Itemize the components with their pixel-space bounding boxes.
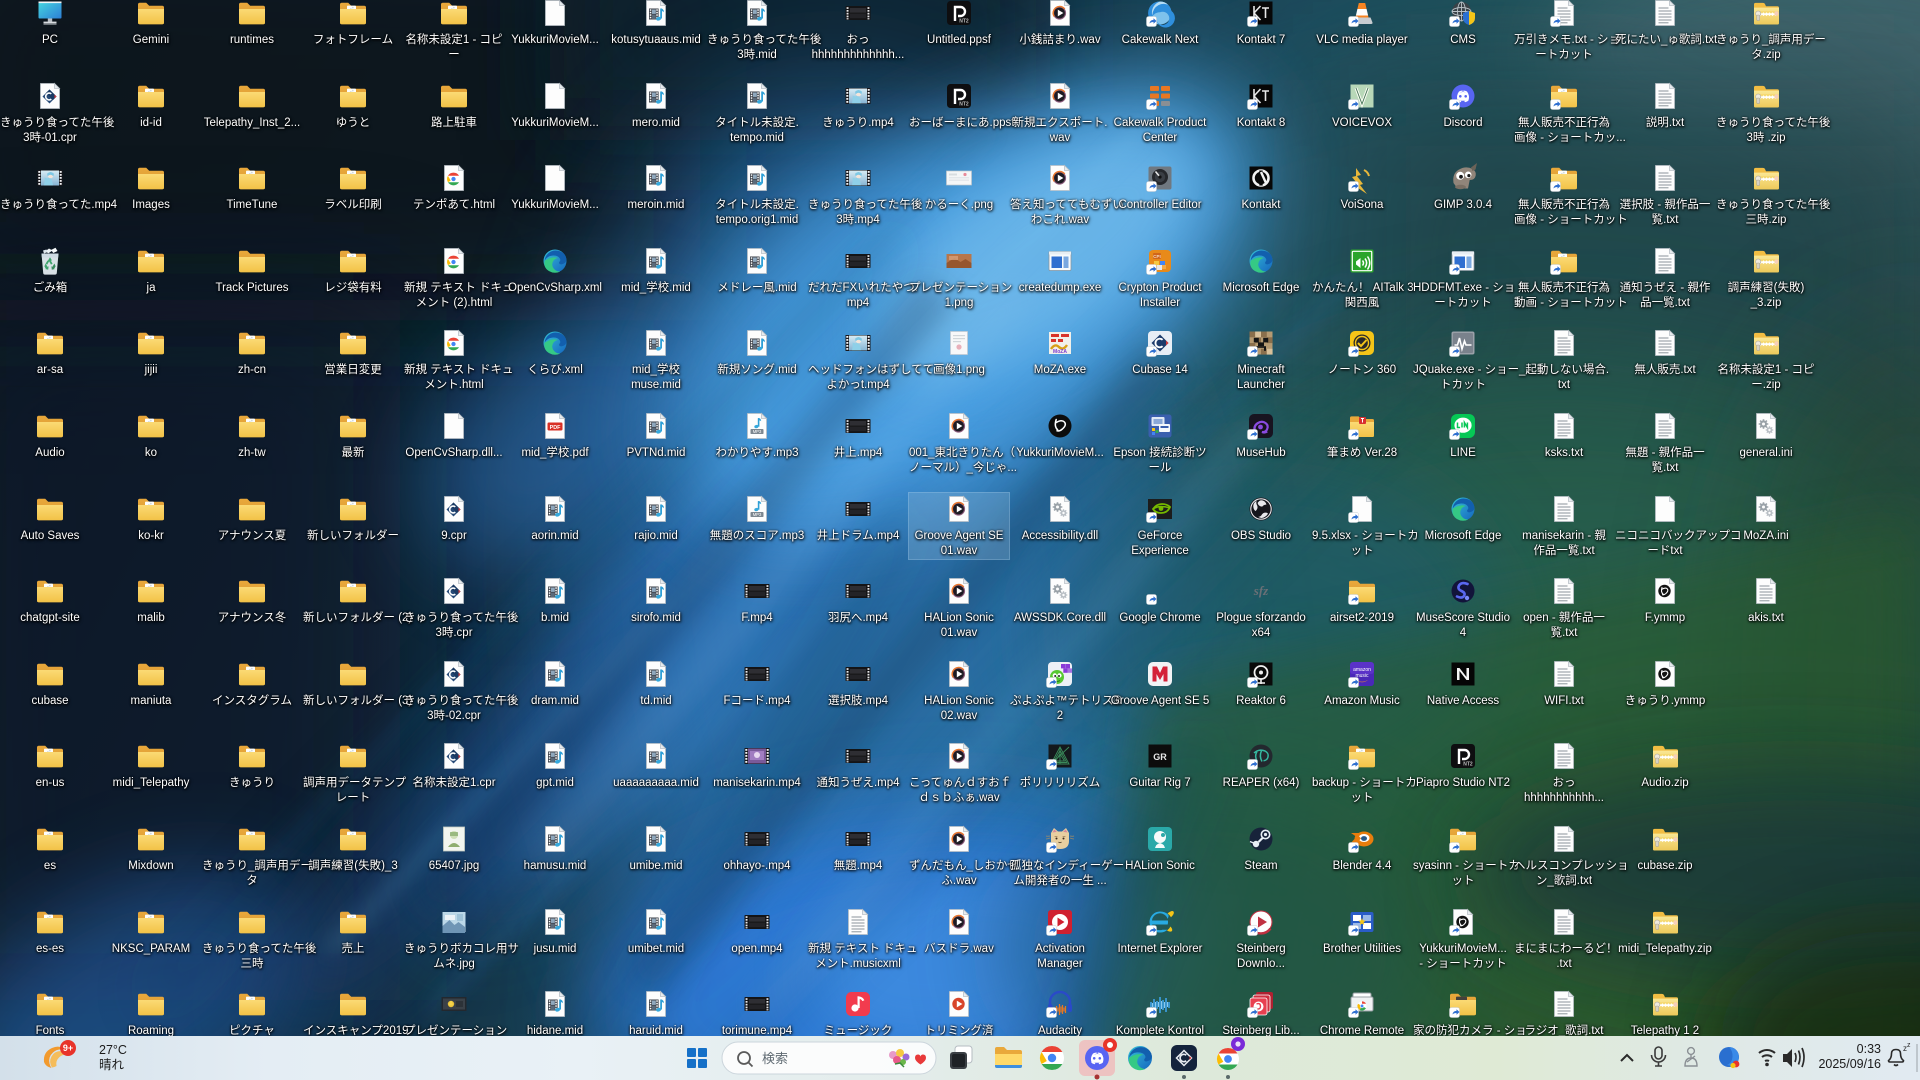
svg-text:検索: 検索 — [762, 1051, 788, 1066]
svg-text:z: z — [1907, 1042, 1911, 1049]
svg-text:9+: 9+ — [63, 1043, 73, 1053]
svg-text:27°C: 27°C — [99, 1043, 127, 1057]
svg-text:0:33: 0:33 — [1857, 1042, 1881, 1056]
svg-text:晴れ: 晴れ — [99, 1058, 125, 1072]
svg-text:2025/09/16: 2025/09/16 — [1818, 1057, 1881, 1071]
